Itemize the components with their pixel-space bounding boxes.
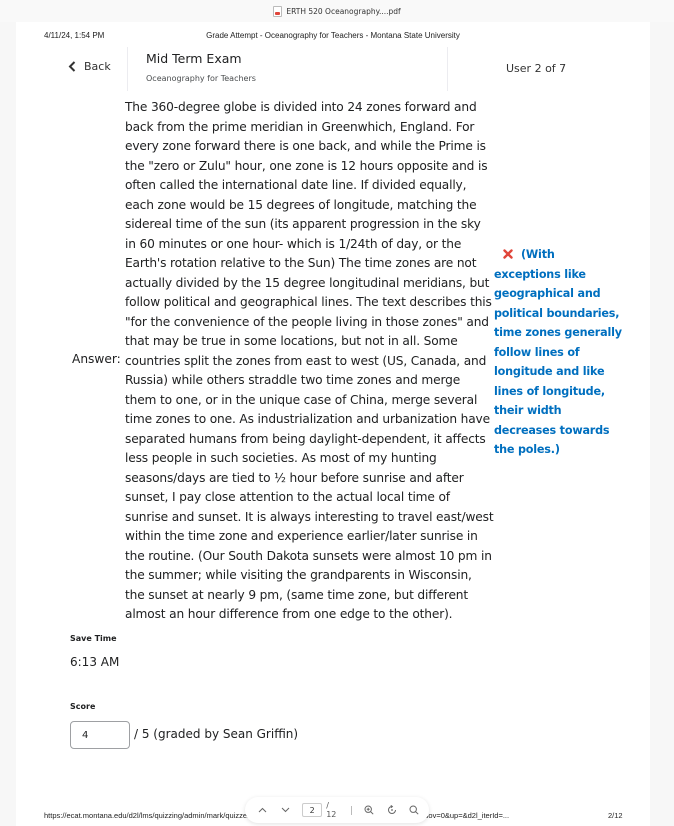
chevron-down-icon <box>281 807 290 813</box>
back-label: Back <box>84 60 111 73</box>
exam-title: Mid Term Exam <box>146 51 242 66</box>
pdf-viewer-titlebar: ERTH 520 Oceanography....pdf <box>0 0 674 22</box>
score-input[interactable] <box>70 721 130 749</box>
score-label: Score <box>70 702 96 711</box>
course-name: Oceanography for Teachers <box>146 74 256 83</box>
feedback-text: (With exceptions like geographical and p… <box>494 248 622 456</box>
toolbar-divider <box>351 805 353 815</box>
pdf-toolbar: / 12 <box>245 797 429 823</box>
pdf-file-icon <box>273 5 283 17</box>
search-button[interactable] <box>406 802 422 818</box>
print-title: Grade Attempt - Oceanography for Teacher… <box>206 31 460 40</box>
answer-text: The 360-degree globe is divided into 24 … <box>125 100 494 621</box>
zoom-in-icon <box>364 805 374 815</box>
chevron-up-icon <box>258 807 267 813</box>
next-page-button[interactable] <box>278 802 294 818</box>
previous-page-button[interactable] <box>255 802 271 818</box>
zoom-in-button[interactable] <box>361 802 377 818</box>
header-divider <box>447 47 448 91</box>
back-button[interactable]: Back <box>68 60 111 73</box>
page-number-input[interactable] <box>302 803 323 817</box>
score-suffix: / 5 (graded by Sean Griffin) <box>134 727 299 741</box>
user-position: User 2 of 7 <box>506 62 567 75</box>
save-time-label: Save Time <box>70 634 117 643</box>
incorrect-x-icon <box>503 249 513 259</box>
save-time-value: 6:13 AM <box>70 655 120 669</box>
answer-feedback: (With exceptions like geographical and p… <box>494 245 622 460</box>
search-icon <box>409 805 419 815</box>
pdf-page: 4/11/24, 1:54 PM Grade Attempt - Oceanog… <box>16 22 650 826</box>
file-name: ERTH 520 Oceanography....pdf <box>286 6 401 16</box>
rotate-icon <box>387 805 396 814</box>
chevron-left-icon <box>68 61 76 72</box>
total-pages: / 12 <box>326 801 337 819</box>
print-footer-page: 2/12 <box>608 811 623 820</box>
rotate-button[interactable] <box>384 802 400 818</box>
answer-label: Answer: <box>72 352 121 366</box>
header-divider <box>127 47 128 91</box>
